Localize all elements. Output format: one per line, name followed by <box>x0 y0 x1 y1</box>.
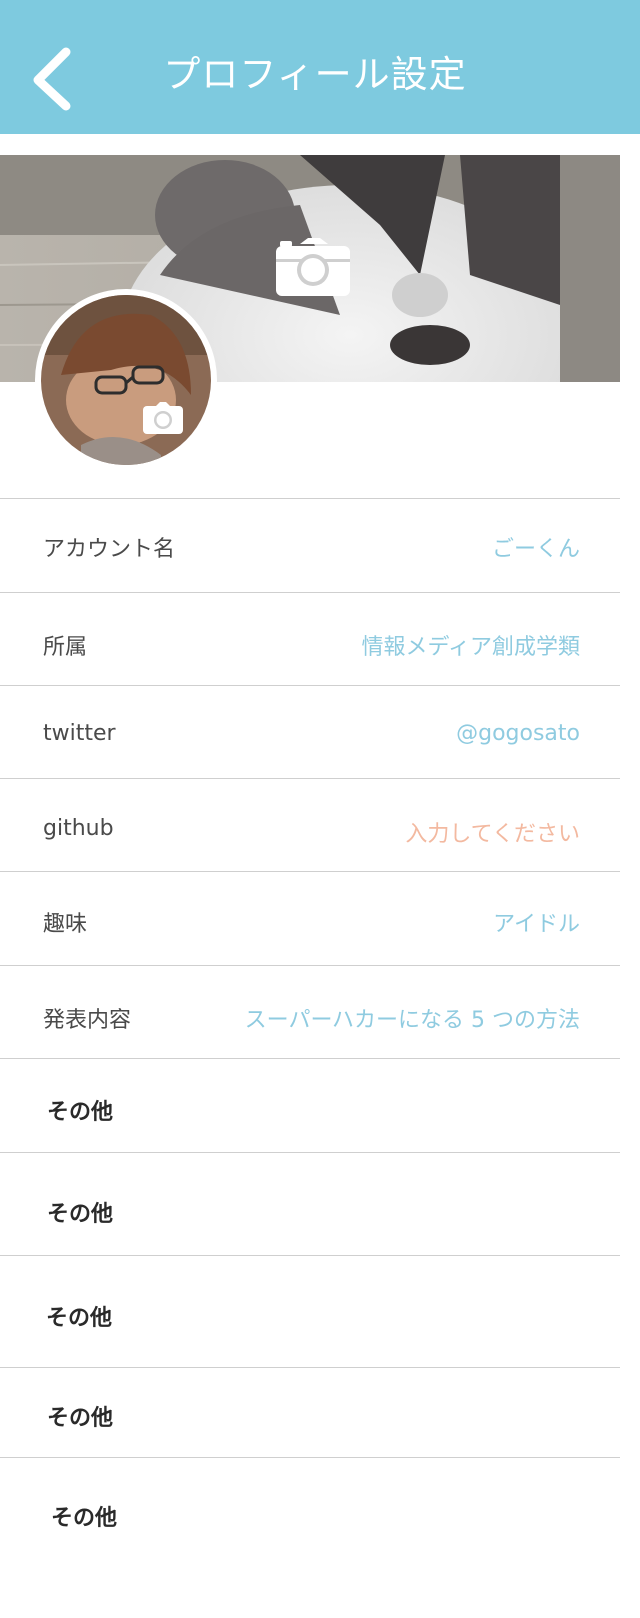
field-label: 発表内容 <box>43 1008 132 1033</box>
field-value: アイドル <box>493 912 580 937</box>
field-row-affiliation[interactable]: 所属 情報メディア創成学類 <box>0 593 620 685</box>
camera-icon <box>143 402 183 434</box>
field-row-presentation[interactable]: 発表内容 スーパーハカーになる 5 つの方法 <box>0 966 620 1058</box>
field-value: ごーくん <box>491 537 580 562</box>
avatar[interactable] <box>35 289 217 471</box>
field-value: @gogosato <box>456 721 580 746</box>
field-label: github <box>43 816 114 841</box>
field-label: 所属 <box>43 635 88 660</box>
other-row[interactable]: その他 <box>0 1153 620 1255</box>
app-header: プロフィール設定 <box>0 0 640 134</box>
field-label: アカウント名 <box>43 537 176 562</box>
other-row[interactable]: その他 <box>0 1059 620 1152</box>
field-value: スーパーハカーになる 5 つの方法 <box>244 1008 580 1033</box>
other-label: その他 <box>47 1202 114 1227</box>
field-row-twitter[interactable]: twitter @gogosato <box>0 686 620 778</box>
page-title: プロフィール設定 <box>163 53 467 96</box>
camera-icon <box>276 238 350 296</box>
field-row-account-name[interactable]: アカウント名 ごーくん <box>0 499 620 592</box>
other-row[interactable]: その他 <box>0 1368 620 1457</box>
other-row[interactable]: その他 <box>0 1458 620 1578</box>
other-label: その他 <box>47 1406 114 1431</box>
avatar-image <box>41 295 211 465</box>
profile-settings-screen: プロフィール設定 アカウント名 ごーくん 所属 情報メディア創成学類 twitt… <box>0 0 640 1618</box>
field-label: 趣味 <box>43 912 88 937</box>
field-label: twitter <box>43 721 116 746</box>
cover-camera-button[interactable] <box>276 238 350 296</box>
other-label: その他 <box>51 1506 118 1531</box>
other-label: その他 <box>46 1306 113 1331</box>
other-label: その他 <box>47 1100 114 1125</box>
avatar-camera-button[interactable] <box>143 402 183 434</box>
field-row-github[interactable]: github 入力してください <box>0 779 620 871</box>
field-value: 情報メディア創成学類 <box>361 635 580 660</box>
field-row-hobby[interactable]: 趣味 アイドル <box>0 872 620 965</box>
field-placeholder: 入力してください <box>405 822 580 847</box>
other-row[interactable]: その他 <box>0 1256 620 1367</box>
